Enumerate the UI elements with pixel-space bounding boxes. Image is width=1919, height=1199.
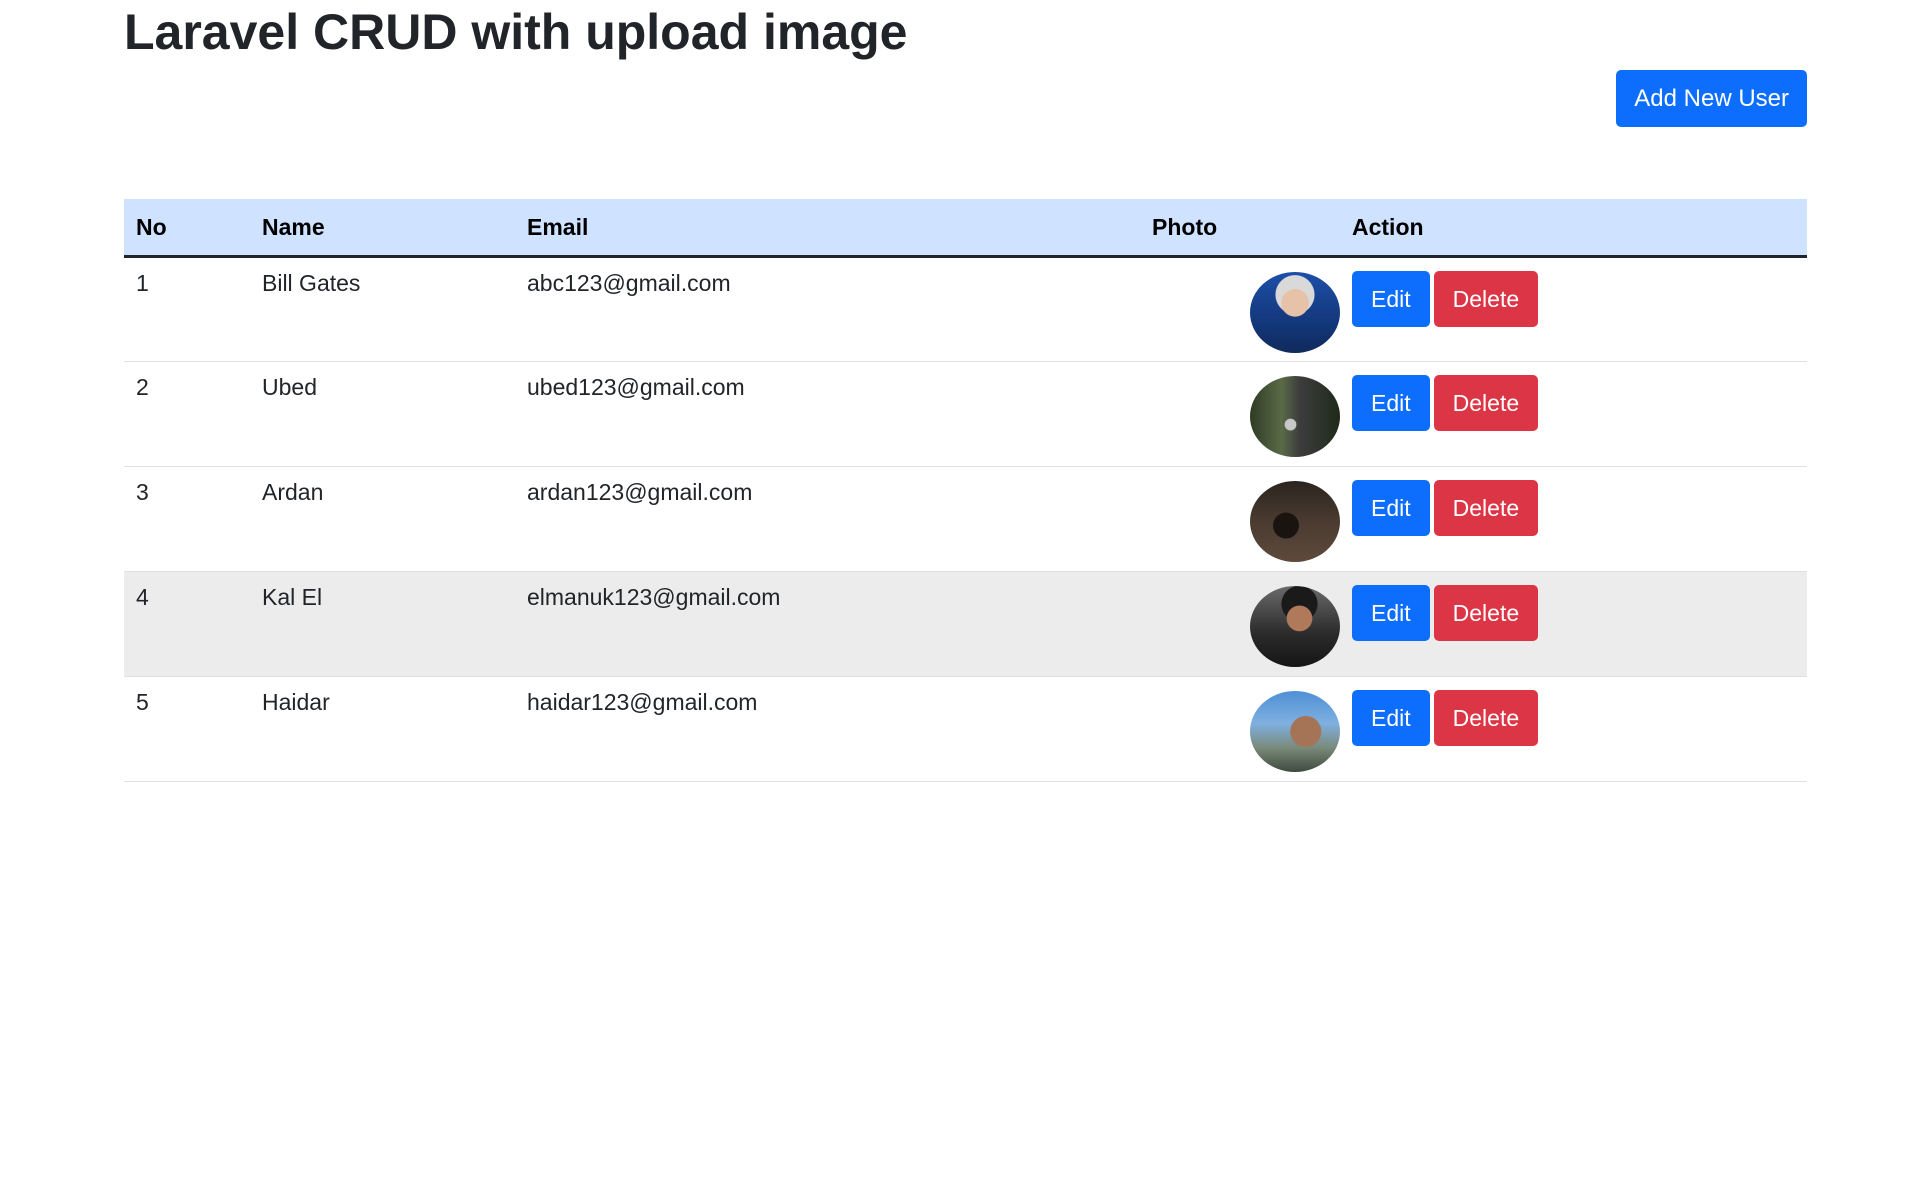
cell-email: ardan123@gmail.com [515, 466, 1140, 572]
table-row: 5 Haidar haidar123@gmail.com Edit Delete [124, 676, 1807, 782]
column-header-email: Email [515, 199, 1140, 258]
cell-no: 3 [124, 466, 250, 572]
cell-email: abc123@gmail.com [515, 256, 1140, 362]
cell-no: 2 [124, 361, 250, 467]
table-row: 2 Ubed ubed123@gmail.com Edit Delete [124, 361, 1807, 467]
delete-button[interactable]: Delete [1433, 271, 1539, 327]
cell-photo [1140, 571, 1340, 677]
delete-button[interactable]: Delete [1433, 480, 1539, 536]
column-header-photo: Photo [1140, 199, 1340, 258]
edit-button[interactable]: Edit [1352, 271, 1430, 327]
add-new-user-button[interactable]: Add New User [1616, 70, 1807, 127]
user-photo-avatar [1250, 691, 1340, 772]
table-row: 4 Kal El elmanuk123@gmail.com Edit Delete [124, 571, 1807, 677]
table-row: 1 Bill Gates abc123@gmail.com Edit Delete [124, 256, 1807, 362]
cell-photo [1140, 466, 1340, 572]
users-table: No Name Email Photo Action 1 Bill Gates … [124, 199, 1807, 782]
cell-email: elmanuk123@gmail.com [515, 571, 1140, 677]
column-header-name: Name [250, 199, 515, 258]
cell-email: haidar123@gmail.com [515, 676, 1140, 782]
cell-email: ubed123@gmail.com [515, 361, 1140, 467]
cell-action: Edit Delete [1340, 676, 1807, 782]
cell-name: Haidar [250, 676, 515, 782]
column-header-no: No [124, 199, 250, 258]
user-photo-avatar [1250, 481, 1340, 562]
edit-button[interactable]: Edit [1352, 375, 1430, 431]
cell-name: Ardan [250, 466, 515, 572]
cell-photo [1140, 361, 1340, 467]
cell-action: Edit Delete [1340, 466, 1807, 572]
delete-button[interactable]: Delete [1433, 690, 1539, 746]
cell-no: 5 [124, 676, 250, 782]
cell-action: Edit Delete [1340, 256, 1807, 362]
delete-button[interactable]: Delete [1433, 585, 1539, 641]
table-row: 3 Ardan ardan123@gmail.com Edit Delete [124, 466, 1807, 572]
table-header: No Name Email Photo Action [124, 199, 1807, 258]
cell-action: Edit Delete [1340, 361, 1807, 467]
cell-no: 4 [124, 571, 250, 677]
cell-name: Bill Gates [250, 256, 515, 362]
table-header-row: No Name Email Photo Action [124, 199, 1807, 258]
user-photo-avatar [1250, 376, 1340, 457]
cell-no: 1 [124, 256, 250, 362]
user-photo-avatar [1250, 272, 1340, 353]
column-header-action: Action [1340, 199, 1807, 258]
table-body: 1 Bill Gates abc123@gmail.com Edit Delete… [124, 256, 1807, 782]
user-photo-avatar [1250, 586, 1340, 667]
edit-button[interactable]: Edit [1352, 480, 1430, 536]
page-title: Laravel CRUD with upload image [124, 4, 908, 60]
delete-button[interactable]: Delete [1433, 375, 1539, 431]
edit-button[interactable]: Edit [1352, 690, 1430, 746]
cell-name: Kal El [250, 571, 515, 677]
cell-action: Edit Delete [1340, 571, 1807, 677]
cell-photo [1140, 676, 1340, 782]
cell-photo [1140, 256, 1340, 362]
edit-button[interactable]: Edit [1352, 585, 1430, 641]
cell-name: Ubed [250, 361, 515, 467]
